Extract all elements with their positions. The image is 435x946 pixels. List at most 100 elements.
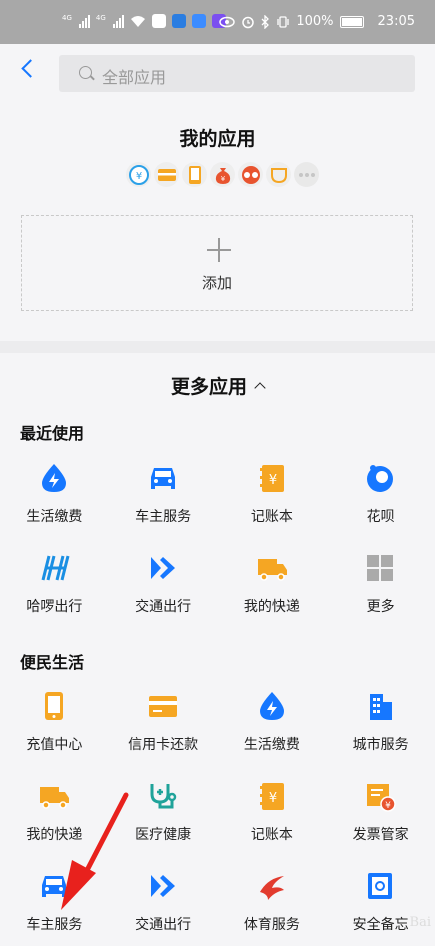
grid-icon xyxy=(367,555,394,581)
plus-icon xyxy=(207,238,231,262)
phone-icon xyxy=(182,162,207,187)
app-item-sports[interactable]: 体育服务 xyxy=(218,856,327,946)
recent-apps-grid: 生活缴费 车主服务 ¥ 记账本 花呗 哈啰出行 交通出行 我的快递 更多 xyxy=(0,448,435,628)
money-bag-icon: ¥ xyxy=(210,162,235,187)
invoice-icon: ¥ xyxy=(367,784,396,812)
app-label: 记账本 xyxy=(250,509,293,525)
search-icon xyxy=(79,66,92,79)
app-item-transport-2[interactable]: 交通出行 xyxy=(109,856,218,946)
truck-icon xyxy=(257,559,287,581)
app-label: 发票管家 xyxy=(352,827,409,843)
huabei-icon xyxy=(367,465,394,492)
notification-app-icon xyxy=(191,14,206,28)
network-type: 4G xyxy=(62,14,72,22)
app-label: 更多 xyxy=(366,599,395,615)
my-apps-title: 我的应用 xyxy=(179,128,256,150)
vibrate-icon xyxy=(277,15,290,28)
car-icon xyxy=(150,468,175,489)
app-item-life-payment-2[interactable]: 生活缴费 xyxy=(218,676,327,766)
ledger-icon: ¥ xyxy=(259,465,284,492)
yuebao-icon: ¥ xyxy=(126,162,151,187)
section-title-convenience: 便民生活 xyxy=(20,653,85,672)
app-label: 交通出行 xyxy=(135,917,192,933)
app-label: 花呗 xyxy=(366,509,395,525)
clock: 23:05 xyxy=(377,14,415,29)
card-icon xyxy=(154,162,179,187)
svg-text:¥: ¥ xyxy=(268,473,276,488)
chevron-up-icon xyxy=(254,382,266,394)
app-label: 充值中心 xyxy=(26,737,83,753)
notification-app-icon xyxy=(171,14,186,28)
section-divider xyxy=(0,341,435,353)
search-placeholder: 全部应用 xyxy=(102,68,167,87)
network-type-2: 4G xyxy=(95,14,106,22)
app-label: 我的快递 xyxy=(26,827,83,843)
app-item-city-service[interactable]: 城市服务 xyxy=(326,676,435,766)
credit-card-icon xyxy=(148,696,177,717)
battery-icon xyxy=(339,15,364,28)
more-apps-title-text: 更多应用 xyxy=(170,376,247,398)
signal-icon-2 xyxy=(112,14,124,28)
search-input[interactable]: 全部应用 xyxy=(59,55,415,92)
convenience-apps-grid: 充值中心 信用卡还款 生活缴费 城市服务 我的快递 医疗健康 ¥ 记账本 ¥ 发… xyxy=(0,676,435,946)
safe-icon xyxy=(368,873,393,899)
app-item-transport[interactable]: 交通出行 xyxy=(109,538,218,628)
app-item-life-payment[interactable]: 生活缴费 xyxy=(0,448,109,538)
glasses-icon xyxy=(238,162,263,187)
eye-icon xyxy=(219,16,236,27)
car-icon xyxy=(42,876,66,897)
status-right: 100% 23:05 xyxy=(219,14,415,29)
app-item-car-service-2[interactable]: 车主服务 xyxy=(0,856,109,946)
svg-text:¥: ¥ xyxy=(385,801,391,811)
notification-app-icon xyxy=(151,14,166,28)
app-item-security-memo[interactable]: 安全备忘 xyxy=(326,856,435,946)
app-label: 我的快递 xyxy=(243,599,300,615)
app-label: 车主服务 xyxy=(135,509,192,525)
app-item-recharge[interactable]: 充值中心 xyxy=(0,676,109,766)
alarm-icon xyxy=(242,16,255,28)
double-chevron-icon xyxy=(150,557,175,579)
ledger-icon: ¥ xyxy=(259,783,284,810)
app-label: 信用卡还款 xyxy=(128,737,199,753)
app-item-credit-card[interactable]: 信用卡还款 xyxy=(109,676,218,766)
app-label: 医疗健康 xyxy=(135,827,192,843)
app-label: 生活缴费 xyxy=(243,737,300,753)
bluetooth-icon xyxy=(261,14,270,29)
more-apps-title[interactable]: 更多应用 xyxy=(0,372,435,399)
app-item-invoice[interactable]: ¥ 发票管家 xyxy=(326,766,435,856)
truck-icon xyxy=(40,787,69,809)
phone-icon xyxy=(45,692,63,720)
svg-text:¥: ¥ xyxy=(268,791,276,806)
status-left: 4G 4G xyxy=(62,14,226,28)
bolt-drop-icon xyxy=(42,464,66,492)
app-item-more[interactable]: 更多 xyxy=(326,538,435,628)
svg-text:¥: ¥ xyxy=(220,175,225,183)
more-dots-icon xyxy=(294,162,319,187)
add-app-box[interactable]: 添加 xyxy=(21,215,413,311)
app-item-ledger-2[interactable]: ¥ 记账本 xyxy=(218,766,327,856)
my-apps-mini-icons[interactable]: ¥ ¥ xyxy=(126,162,319,187)
app-label: 哈啰出行 xyxy=(26,599,83,615)
app-item-express-2[interactable]: 我的快递 xyxy=(0,766,109,856)
app-item-medical[interactable]: 医疗健康 xyxy=(109,766,218,856)
sports-icon xyxy=(259,876,284,900)
status-bar: 4G 4G 100% 23:05 xyxy=(0,0,435,44)
section-title-recent: 最近使用 xyxy=(20,424,85,443)
app-item-ledger[interactable]: ¥ 记账本 xyxy=(218,448,327,538)
app-item-hello-travel[interactable]: 哈啰出行 xyxy=(0,538,109,628)
add-label: 添加 xyxy=(201,274,232,292)
app-item-express[interactable]: 我的快递 xyxy=(218,538,327,628)
building-icon xyxy=(370,694,393,720)
watermark: Bai xyxy=(409,915,431,930)
app-label: 车主服务 xyxy=(26,917,83,933)
wifi-icon xyxy=(130,15,145,27)
app-label: 生活缴费 xyxy=(26,509,83,525)
app-label: 城市服务 xyxy=(352,737,409,753)
app-label: 交通出行 xyxy=(135,599,192,615)
signal-icon xyxy=(78,14,90,28)
app-item-car-service[interactable]: 车主服务 xyxy=(109,448,218,538)
app-item-huabei[interactable]: 花呗 xyxy=(326,448,435,538)
bolt-drop-icon xyxy=(259,692,284,720)
battery-percent: 100% xyxy=(296,14,334,29)
cup-icon xyxy=(266,162,291,187)
